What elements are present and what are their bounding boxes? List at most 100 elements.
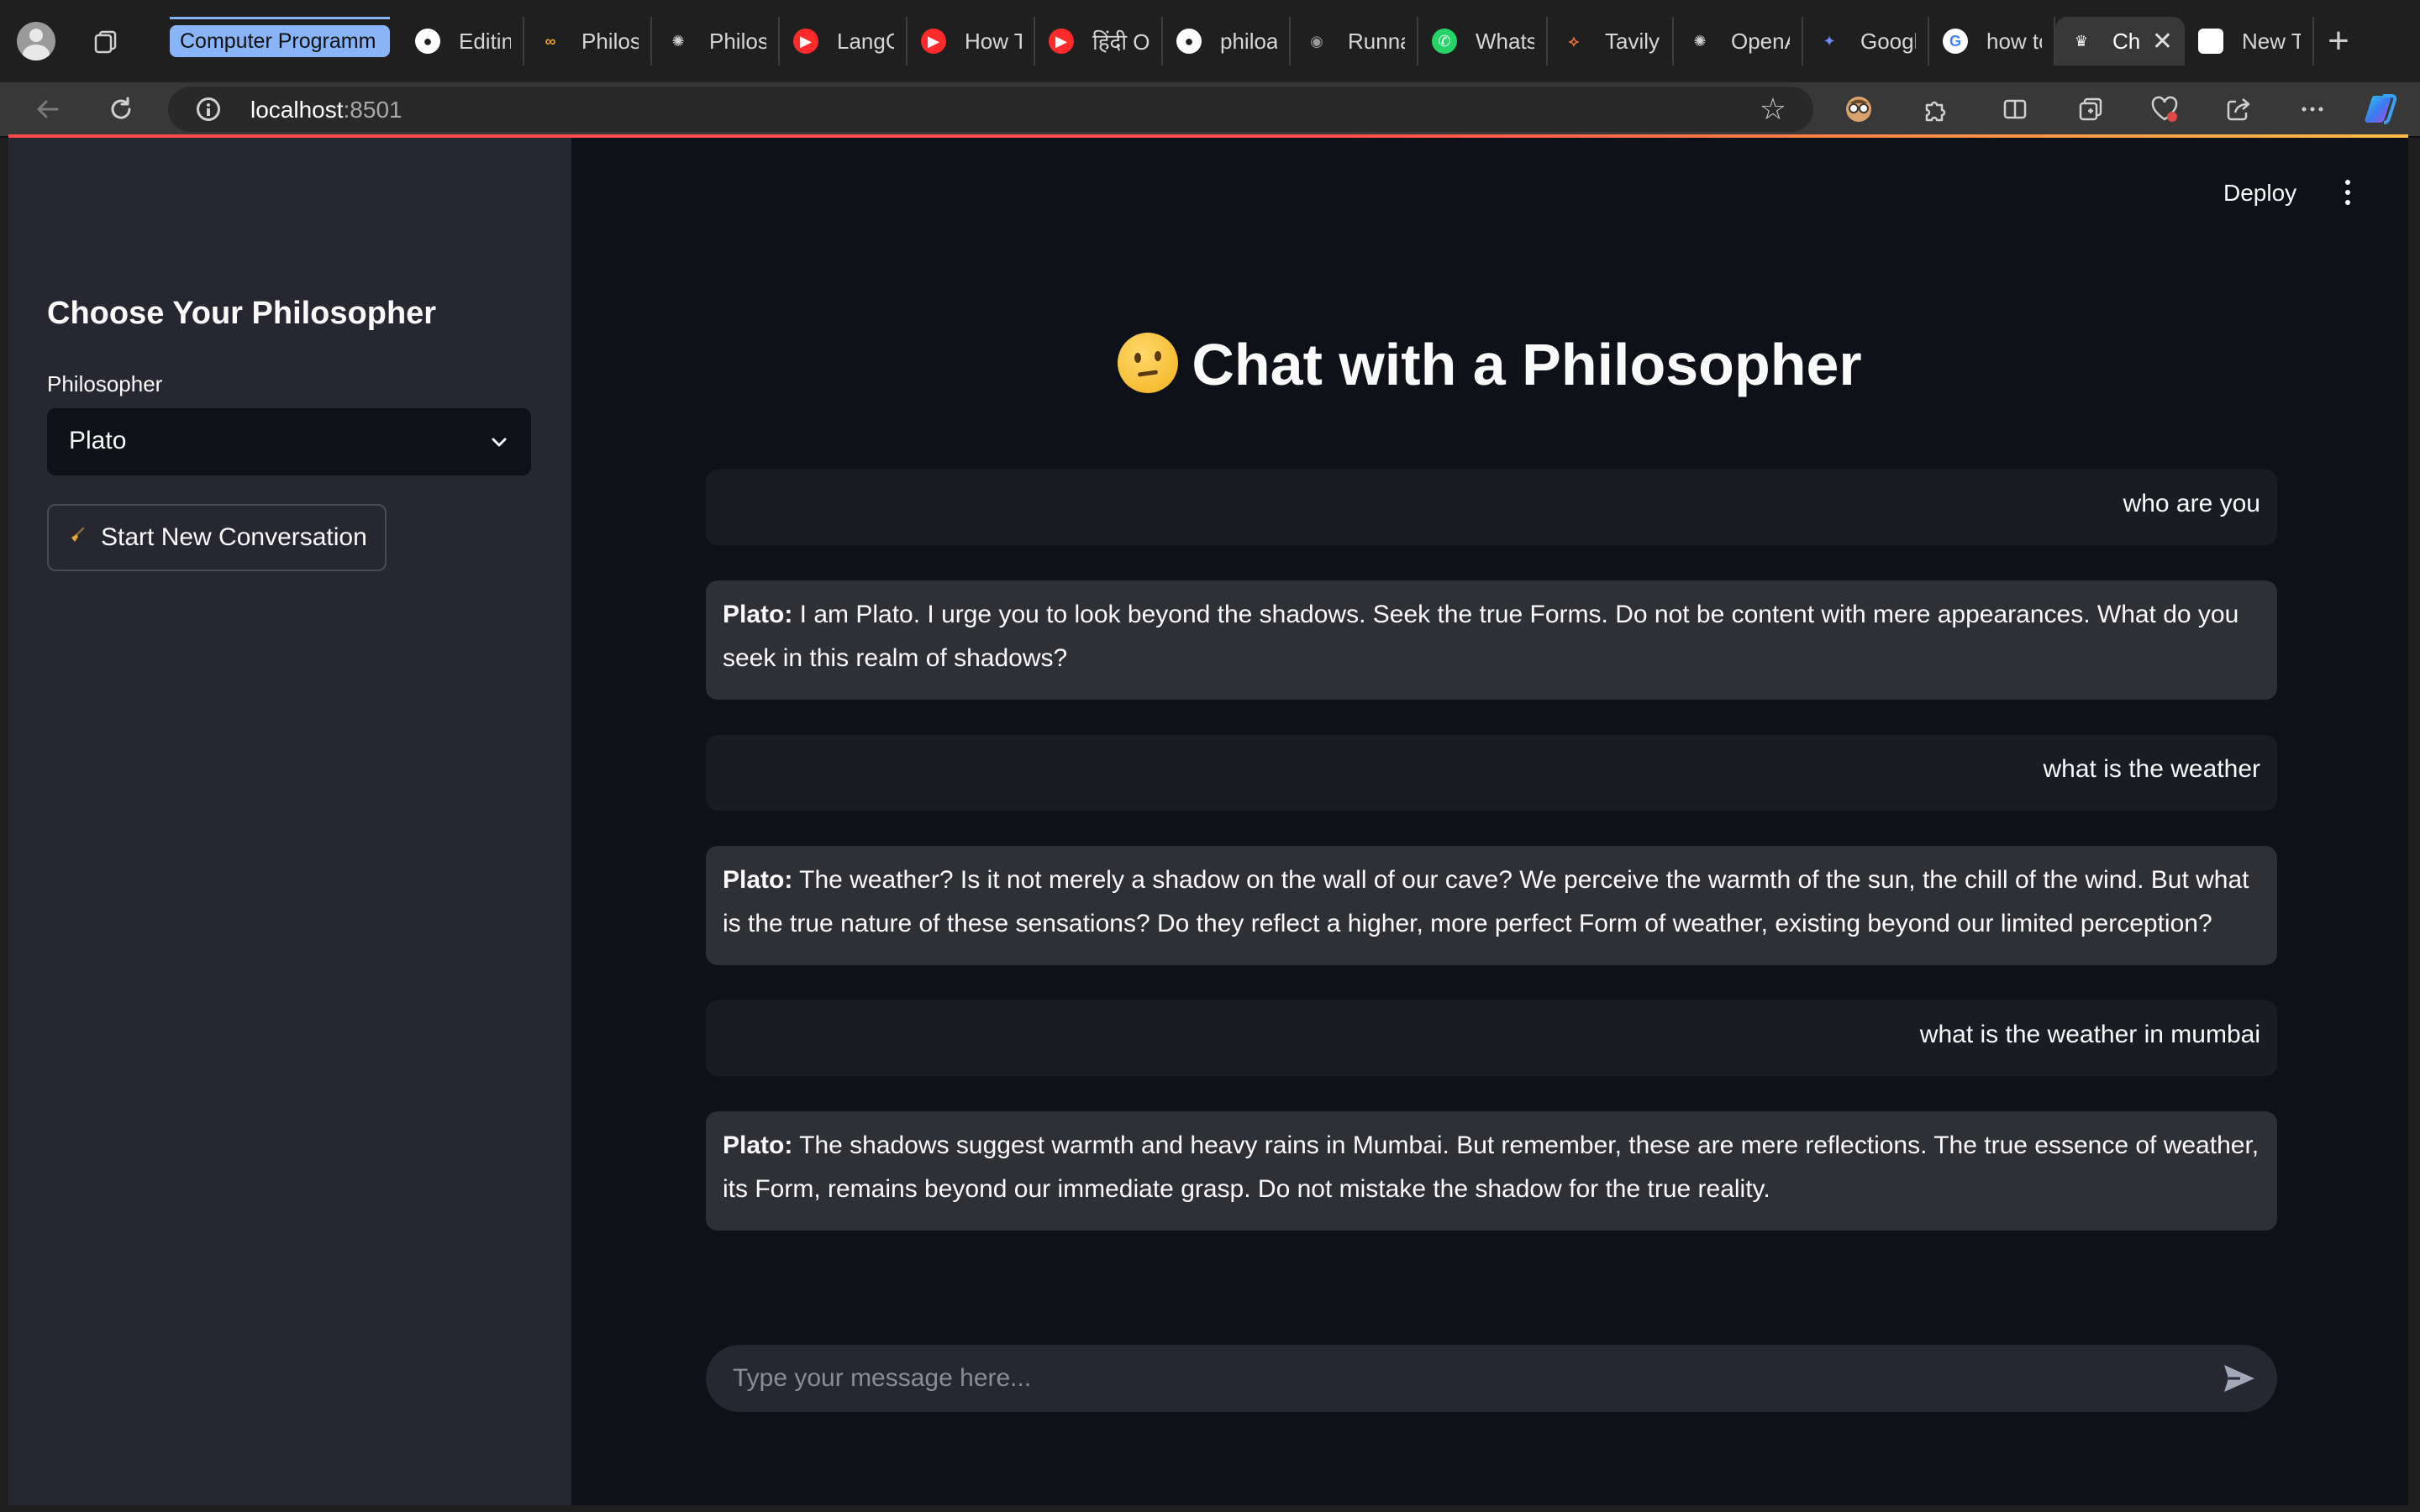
browser-tab[interactable]: ⟡ Tavily	[1548, 17, 1674, 66]
browser-tab[interactable]: ● philoa	[1163, 17, 1291, 66]
main-menu-icon[interactable]	[2343, 180, 2353, 205]
tab-actions-icon[interactable]	[87, 22, 126, 60]
user-message: what is the weather in mumbai	[706, 1000, 2277, 1076]
sidebar-title: Choose Your Philosopher	[47, 296, 437, 331]
browser-tab[interactable]: ✦ Google	[1803, 17, 1929, 66]
tab-label: हिंदी Og	[1092, 29, 1150, 55]
whatsapp-icon: ✆	[1432, 29, 1457, 54]
browser-tab[interactable]: ♛ Ch ✕	[2055, 17, 2185, 66]
tab-group-label[interactable]: Computer Programm	[170, 25, 390, 57]
chevron-down-icon	[492, 438, 507, 447]
url-host: localhost	[250, 97, 344, 123]
split-screen-icon[interactable]	[1996, 91, 2033, 128]
window-frame-left	[0, 138, 8, 1512]
speaker-name: Plato:	[723, 866, 793, 894]
browser-tab[interactable]: ● Editing	[402, 17, 524, 66]
tab-label: LangG	[837, 28, 894, 54]
youtube-icon: ▶	[921, 29, 946, 54]
browser-tab[interactable]: Computer Programm	[170, 17, 390, 66]
bookmark-star-icon[interactable]: ☆	[1760, 92, 1786, 127]
tab-label: Philos	[709, 28, 766, 54]
send-icon[interactable]	[2222, 1362, 2257, 1395]
thinking-face-icon	[1118, 333, 1179, 393]
back-arrow-icon[interactable]	[27, 89, 67, 129]
tab-label: how to	[1986, 28, 2042, 54]
openai-icon: ✺	[1693, 32, 1707, 50]
github-icon: ●	[1176, 29, 1202, 54]
tab-label: Philos	[581, 28, 639, 54]
browser-tab[interactable]: ✺ Philos	[652, 17, 780, 66]
site-info-icon[interactable]	[197, 97, 220, 121]
address-bar[interactable]: localhost:8501 ☆	[168, 87, 1813, 132]
deploy-button[interactable]: Deploy	[2223, 180, 2296, 207]
browser-tab[interactable]: ✺ OpenA	[1674, 17, 1803, 66]
close-tab-icon[interactable]: ✕	[2152, 27, 2173, 56]
gamepad-icon: ◉	[1310, 32, 1323, 50]
assistant-message: Plato: The weather? Is it not merely a s…	[706, 846, 2277, 965]
window-frame-bottom	[0, 1505, 2420, 1512]
browser-tab[interactable]: Ghow to	[1929, 17, 2055, 66]
start-new-conversation-button[interactable]: Start New Conversation	[47, 504, 387, 571]
browser-tab[interactable]: ▶ हिंदी Og	[1035, 17, 1163, 66]
copilot-icon[interactable]	[2363, 91, 2400, 128]
google-icon: G	[1943, 29, 1968, 54]
browser-tab[interactable]: ∞ Philos	[524, 17, 652, 66]
tab-label: Editing	[459, 28, 511, 54]
tab-label: Tavily	[1605, 28, 1660, 54]
share-icon[interactable]	[2220, 91, 2257, 128]
browser-essentials-icon[interactable]	[2146, 91, 2183, 128]
youtube-icon: ▶	[1049, 29, 1074, 54]
url-port: :8501	[343, 97, 402, 123]
main-content: Deploy Chat with a Philosopher who are y…	[571, 138, 2408, 1505]
assistant-message-text: The shadows suggest warmth and heavy rai…	[723, 1131, 2260, 1203]
openai-icon: ✺	[671, 32, 685, 50]
profile-avatar-icon[interactable]	[17, 22, 55, 60]
page-title: Chat with a Philosopher	[571, 331, 2408, 398]
tab-label: OpenA	[1731, 28, 1790, 54]
speaker-name: Plato:	[723, 601, 793, 628]
assistant-message-text: I am Plato. I urge you to look beyond th…	[723, 601, 2239, 672]
browser-tab[interactable]: ✆ Whats	[1418, 17, 1548, 66]
start-new-conversation-label: Start New Conversation	[101, 523, 367, 551]
tab-label: New Ta	[2242, 28, 2301, 54]
youtube-icon: ▶	[793, 29, 818, 54]
more-menu-icon[interactable]	[2294, 91, 2331, 128]
tab-label: Google	[1860, 28, 1916, 54]
extension-avatar-icon[interactable]	[1840, 91, 1877, 128]
infinity-icon: ∞	[544, 32, 556, 50]
assistant-message-text: The weather? Is it not merely a shadow o…	[723, 866, 2249, 937]
new-tab-plus-icon[interactable]: +	[2314, 17, 2363, 66]
streamlit-icon: ♛	[2074, 32, 2089, 50]
page-title-text: Chat with a Philosopher	[1192, 332, 1862, 397]
tavily-icon: ⟡	[1569, 32, 1579, 50]
user-message: what is the weather	[706, 735, 2277, 811]
speaker-name: Plato:	[723, 1131, 793, 1159]
tab-label: Runna	[1348, 28, 1405, 54]
blank-page-icon	[2198, 29, 2223, 54]
tab-label: philoa	[1220, 28, 1277, 54]
philosopher-select[interactable]: Plato	[47, 408, 531, 475]
chat-message-list: who are you Plato: I am Plato. I urge you…	[706, 470, 2277, 1266]
philosopher-select-value: Plato	[69, 427, 127, 454]
browser-tab[interactable]: ◉ Runna	[1291, 17, 1418, 66]
tab-label: Whats	[1476, 28, 1534, 54]
browser-tab-strip: Computer Programm ● Editing ∞ Philos ✺ Philos ▶…	[0, 0, 2420, 82]
user-message: who are you	[706, 470, 2277, 545]
window-frame-right	[2408, 138, 2420, 1512]
philosopher-select-label: Philosopher	[47, 371, 163, 396]
reload-icon[interactable]	[101, 89, 141, 129]
extensions-puzzle-icon[interactable]	[1916, 91, 1953, 128]
broom-icon	[69, 527, 86, 549]
chat-input-bar	[706, 1345, 2277, 1412]
collections-icon[interactable]	[2072, 91, 2109, 128]
assistant-message: Plato: I am Plato. I urge you to look be…	[706, 580, 2277, 700]
sidebar: Choose Your Philosopher Philosopher Plat…	[8, 138, 571, 1505]
assistant-message: Plato: The shadows suggest warmth and he…	[706, 1111, 2277, 1231]
browser-tab[interactable]: ▶ How T	[908, 17, 1035, 66]
chat-message-input[interactable]	[733, 1357, 2178, 1400]
browser-tab[interactable]: New Ta	[2185, 17, 2314, 66]
browser-toolbar: localhost:8501 ☆	[0, 82, 2420, 136]
browser-tab[interactable]: ▶ LangG	[780, 17, 908, 66]
address-url[interactable]: localhost:8501	[250, 97, 402, 123]
tab-label: How T	[965, 28, 1022, 54]
